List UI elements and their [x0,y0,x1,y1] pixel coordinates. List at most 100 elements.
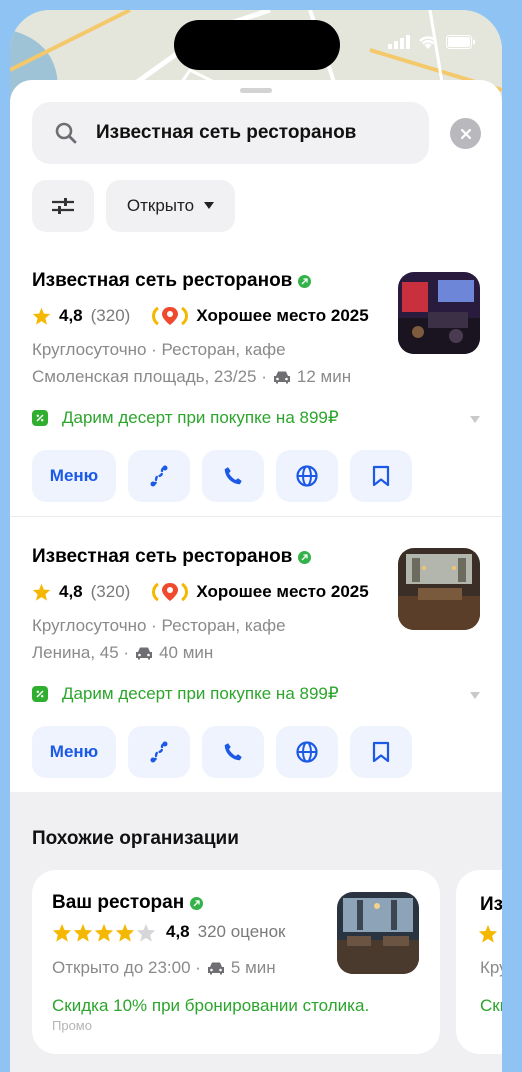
call-button[interactable] [202,726,264,778]
website-button[interactable] [276,450,338,502]
wifi-icon [419,36,437,49]
review-count: (320) [90,306,131,325]
similar-hours-row: Открыто до 23:00 · 5 мин [52,958,276,977]
star-icon [32,583,51,601]
star-icon [52,923,72,942]
rating-row: 4,8 (320) Хорошее место 2025 [32,580,369,604]
phone-icon [224,743,242,761]
route-icon [150,465,168,487]
address: Смоленская площадь, 23/25 · [32,367,267,386]
similar-hours: Кру [480,958,502,977]
good-place-award[interactable]: Хорошее место 2025 [150,580,369,604]
bookmark-icon [372,465,390,487]
verified-icon [298,550,312,564]
promo-row[interactable]: Дарим десерт при покупке на 899₽ [32,408,339,428]
action-buttons: Меню [32,726,412,778]
similar-name: Ваш ресторан [52,892,204,914]
phone-screen: Открыто Известная сеть ресторанов 4,8 (3… [10,10,502,1072]
divider [10,516,502,517]
search-icon [55,122,77,144]
rating-row: 4,8 (320) Хорошее место 2025 [32,304,369,328]
similar-promo: Ски [480,996,502,1015]
verified-icon [298,274,312,288]
rating-value: 4,8 [59,582,83,601]
address-row: Ленина, 45 · 40 мин [32,643,213,663]
result-card[interactable]: Известная сеть ресторанов 4,8 (320) Хоро… [10,270,502,510]
status-bar [388,34,476,49]
good-place-award[interactable]: Хорошее место 2025 [150,304,369,328]
caret-down-icon [204,202,215,209]
filters-button[interactable] [32,180,94,232]
signal-icon [388,34,410,49]
similar-name: Из [480,894,502,915]
laurel-pin-icon [152,582,189,602]
expand-chevron-icon[interactable] [470,416,480,423]
rating-value: 4,8 [59,306,83,325]
similar-title: Похожие организации [32,828,239,849]
similar-promo: Скидка 10% при бронировании столика. [52,996,370,1015]
bookmark-button[interactable] [350,726,412,778]
promo-tag: Промо [52,1018,92,1033]
address: Ленина, 45 · [32,643,130,662]
clear-search-button[interactable] [450,118,481,149]
call-button[interactable] [202,450,264,502]
open-filter-label: Открыто [126,196,195,215]
bookmark-icon [372,741,390,763]
star-icon [94,923,114,942]
results-sheet: Открыто Известная сеть ресторанов 4,8 (3… [10,80,502,1072]
drive-time: 12 мин [296,367,352,386]
route-icon [150,741,168,763]
rating-value: 4,8 [166,922,190,941]
result-name[interactable]: Известная сеть ресторанов [32,546,312,568]
dynamic-island [174,20,340,70]
drive-time: 5 мин [230,958,276,977]
laurel-pin-icon [152,306,189,326]
restaurant-photo[interactable] [398,272,480,354]
search-bar[interactable] [32,102,429,164]
search-input[interactable] [96,122,416,144]
hours-category: Круглосуточно · Ресторан, кафе [32,616,286,635]
discount-icon [32,686,48,702]
website-button[interactable] [276,726,338,778]
drive-time: 40 мин [159,643,214,662]
result-name[interactable]: Известная сеть ресторанов [32,270,312,292]
restaurant-photo[interactable] [398,548,480,630]
expand-chevron-icon[interactable] [470,692,480,699]
discount-icon [32,410,48,426]
hours-category: Круглосуточно · Ресторан, кафе [32,340,286,359]
action-buttons: Меню [32,450,412,502]
result-card[interactable]: Известная сеть ресторанов 4,8 (320) Хоро… [10,546,502,786]
similar-section: Похожие организации Ваш ресторан 4,8 320… [10,792,502,1072]
open-now-filter[interactable]: Открыто [106,180,235,232]
star-icon [32,307,51,325]
sheet-grabber[interactable] [240,88,272,93]
star-icon [73,923,93,942]
review-count: 320 оценок [197,922,286,941]
verified-icon [190,896,204,910]
route-button[interactable] [128,450,190,502]
car-icon [136,647,153,660]
sliders-icon [52,198,74,214]
close-icon [460,128,471,139]
similar-card-partial[interactable]: Из Кру Ски [456,870,502,1054]
promo-row[interactable]: Дарим десерт при покупке на 899₽ [32,684,339,704]
similar-card[interactable]: Ваш ресторан 4,8 320 оценок Открыто до 2… [32,870,440,1054]
globe-icon [296,741,318,763]
car-icon [273,371,290,384]
restaurant-photo[interactable] [337,892,419,974]
star-icon [478,924,498,943]
bookmark-button[interactable] [350,450,412,502]
star-rating [52,923,156,942]
battery-icon [446,34,475,49]
globe-icon [296,465,318,487]
star-icon [136,923,156,942]
route-button[interactable] [128,726,190,778]
menu-button[interactable]: Меню [32,726,116,778]
similar-rating-row: 4,8 320 оценок [52,922,285,942]
car-icon [207,962,224,975]
phone-icon [224,467,242,485]
address-row: Смоленская площадь, 23/25 · 12 мин [32,367,351,387]
review-count: (320) [90,582,131,601]
star-icon [115,923,135,942]
menu-button[interactable]: Меню [32,450,116,502]
